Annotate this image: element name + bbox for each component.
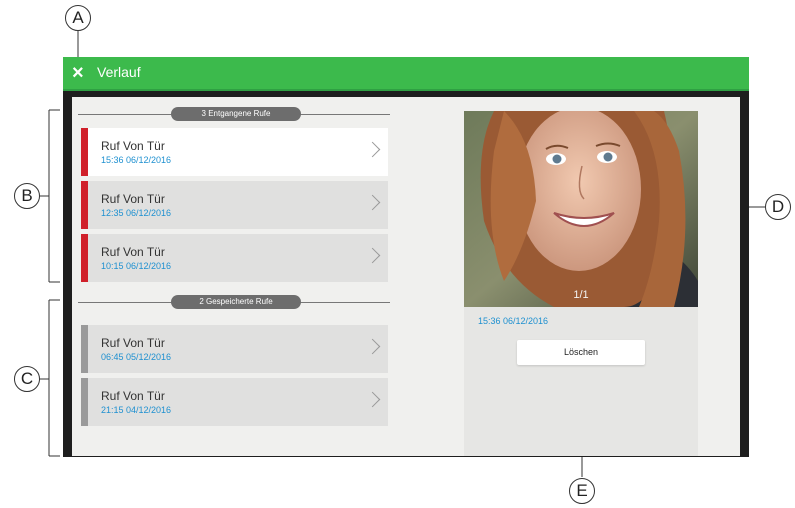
saved-indicator-bar (81, 378, 88, 426)
call-list: 3 Entgangene Rufe Ruf Von Tür 15:36 06/1… (72, 97, 392, 456)
close-icon[interactable]: × (72, 61, 84, 85)
call-time: 06:45 05/12/2016 (101, 352, 172, 362)
page-title: Verlauf (97, 64, 141, 80)
chevron-right-icon (364, 141, 381, 158)
callout-a: A (65, 5, 91, 31)
missed-call-row[interactable]: Ruf Von Tür 12:35 06/12/2016 (81, 181, 388, 229)
missed-calls-header: 3 Entgangene Rufe (171, 107, 301, 121)
callout-e: E (569, 478, 595, 504)
callout-c: C (14, 366, 40, 392)
visitor-photo-icon (464, 111, 698, 307)
title-bar: × Verlauf (63, 57, 749, 91)
missed-indicator-bar (81, 128, 88, 176)
history-screen: 3 Entgangene Rufe Ruf Von Tür 15:36 06/1… (72, 97, 740, 456)
call-time: 15:36 06/12/2016 (101, 155, 172, 165)
snapshot-timestamp: 15:36 06/12/2016 (478, 316, 549, 326)
caller-name: Ruf Von Tür (101, 336, 165, 350)
delete-button[interactable]: Löschen (517, 340, 645, 365)
caller-name: Ruf Von Tür (101, 389, 165, 403)
missed-call-row[interactable]: Ruf Von Tür 10:15 06/12/2016 (81, 234, 388, 282)
callout-d: D (765, 194, 791, 220)
visitor-snapshot: 1/1 (464, 111, 698, 307)
chevron-right-icon (364, 338, 381, 355)
call-time: 21:15 04/12/2016 (101, 405, 172, 415)
call-detail-panel: 1/1 15:36 06/12/2016 Löschen (464, 111, 698, 456)
missed-indicator-bar (81, 234, 88, 282)
caller-name: Ruf Von Tür (101, 192, 165, 206)
call-time: 10:15 06/12/2016 (101, 261, 172, 271)
missed-call-row[interactable]: Ruf Von Tür 15:36 06/12/2016 (81, 128, 388, 176)
saved-indicator-bar (81, 325, 88, 373)
saved-call-row[interactable]: Ruf Von Tür 06:45 05/12/2016 (81, 325, 388, 373)
caller-name: Ruf Von Tür (101, 245, 165, 259)
chevron-right-icon (364, 247, 381, 264)
chevron-right-icon (364, 391, 381, 408)
saved-call-row[interactable]: Ruf Von Tür 21:15 04/12/2016 (81, 378, 388, 426)
missed-indicator-bar (81, 181, 88, 229)
caller-name: Ruf Von Tür (101, 139, 165, 153)
call-time: 12:35 06/12/2016 (101, 208, 172, 218)
image-counter: 1/1 (573, 289, 589, 301)
saved-calls-header: 2 Gespeicherte Rufe (171, 295, 301, 309)
chevron-right-icon (364, 194, 381, 211)
callout-b: B (14, 183, 40, 209)
